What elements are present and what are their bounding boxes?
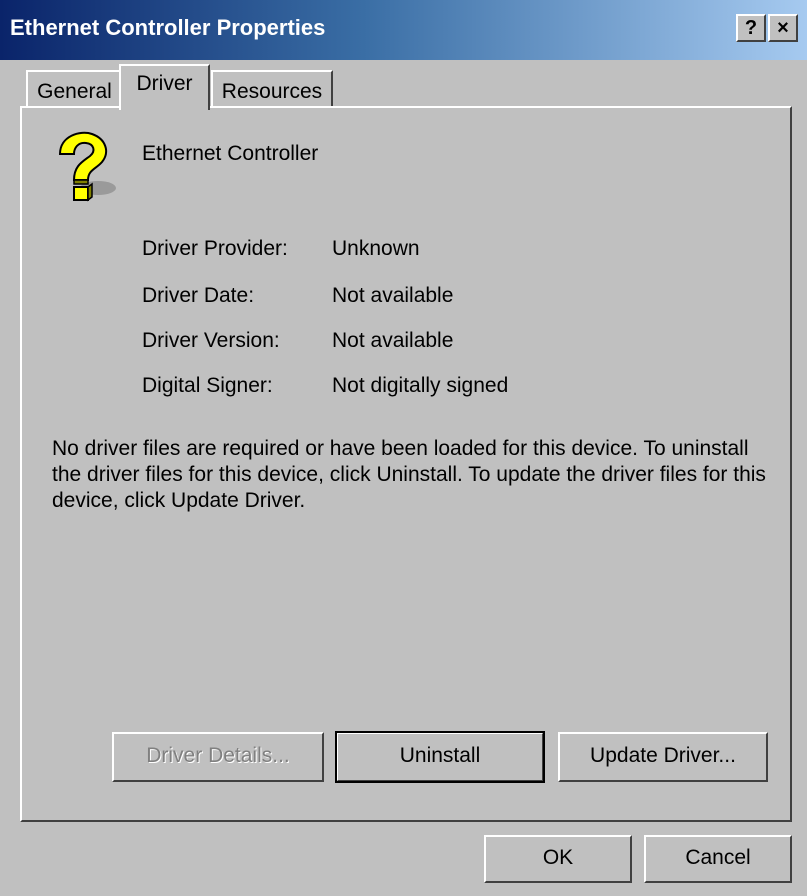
ok-button[interactable]: OK xyxy=(484,835,632,883)
driver-provider-value: Unknown xyxy=(332,237,420,260)
driver-provider-label: Driver Provider: xyxy=(142,237,288,260)
tab-resources-label: Resources xyxy=(221,80,323,103)
driver-date-value: Not available xyxy=(332,284,454,307)
driver-date-label: Driver Date: xyxy=(142,284,255,307)
window-title: Ethernet Controller Properties xyxy=(10,15,326,40)
device-name: Ethernet Controller xyxy=(142,142,319,165)
driver-version-value: Not available xyxy=(332,329,454,352)
tab-resources[interactable]: Resources xyxy=(211,70,333,108)
tab-general[interactable]: General xyxy=(26,70,123,108)
properties-dialog: Ethernet Controller Properties ? × Gener… xyxy=(0,0,807,896)
update-driver-button[interactable]: Update Driver... xyxy=(558,732,768,782)
cancel-button[interactable]: Cancel xyxy=(644,835,792,883)
unknown-device-question-icon xyxy=(58,131,116,202)
title-bar[interactable]: Ethernet Controller Properties ? × xyxy=(0,0,807,60)
driver-description: No driver files are required or have bee… xyxy=(52,437,766,512)
digital-signer-label: Digital Signer: xyxy=(142,374,273,397)
help-button[interactable]: ? xyxy=(736,14,766,42)
driver-details-button[interactable]: Driver Details... xyxy=(112,732,324,782)
tab-general-label: General xyxy=(37,80,112,103)
close-button[interactable]: × xyxy=(768,14,798,42)
tab-driver[interactable]: Driver xyxy=(119,64,210,110)
driver-version-label: Driver Version: xyxy=(142,329,280,352)
tab-driver-label: Driver xyxy=(136,72,193,95)
digital-signer-value: Not digitally signed xyxy=(332,374,509,397)
uninstall-button[interactable]: Uninstall xyxy=(335,731,545,783)
driver-tab-panel: Ethernet Controller Driver Provider: Unk… xyxy=(20,106,792,822)
